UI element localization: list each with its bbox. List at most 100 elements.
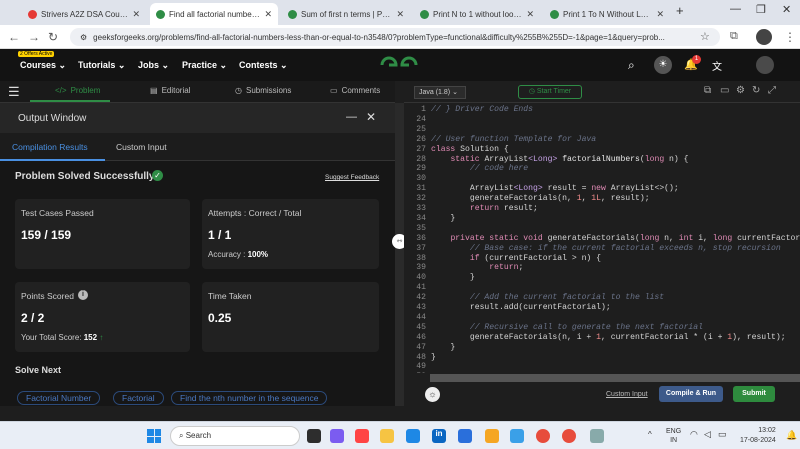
compile-run-button[interactable]: Compile & Run [659,386,723,402]
gfg-logo-icon[interactable] [378,54,420,76]
url-field[interactable]: ⚙ geeksforgeeks.org/problems/find-all-fa… [70,28,720,46]
code-line[interactable]: } [431,343,455,352]
code-line[interactable]: } [431,353,436,362]
edge-icon[interactable] [406,429,420,443]
close-tab-icon[interactable]: ✕ [656,9,664,20]
tab-problem[interactable]: </> Problem [55,86,100,95]
search-icon[interactable]: ⌕ [628,58,635,73]
new-tab-button[interactable]: + [676,3,684,18]
horizontal-scrollbar[interactable] [430,374,800,382]
menu-jobs[interactable]: Jobs ⌄ [138,60,169,71]
start-button[interactable] [147,429,161,443]
close-tab-icon[interactable]: ✕ [396,9,404,20]
code-line[interactable]: result.add(currentFactorial); [431,303,611,312]
code-line[interactable]: if (currentFactorial > n) { [431,254,601,263]
notification-icon[interactable]: 🔔 [786,430,797,441]
next-problem-chip[interactable]: Factorial Number [17,391,101,405]
browser-tab-4[interactable]: Print N to 1 without loop | P ✕ [414,3,540,25]
translate-icon[interactable]: 文 [712,58,722,73]
app-icon[interactable] [485,429,499,443]
start-timer-button[interactable]: ◷ Start Timer [518,85,582,99]
next-problem-chip[interactable]: Find the nth number in the sequence [171,391,328,405]
tab-editorial[interactable]: ▤ Editorial [150,86,190,95]
menu-courses[interactable]: Courses ⌄ [20,60,66,71]
taskbar-search[interactable]: ⌕ Search [170,426,300,446]
suggest-feedback-link[interactable]: Suggest Feedback [325,174,379,181]
menu-contests[interactable]: Contests ⌄ [239,60,288,71]
chrome-icon[interactable] [536,429,550,443]
bookmark-icon[interactable]: ▭ [720,85,729,96]
close-panel-icon[interactable]: ✕ [366,110,376,124]
code-line[interactable]: // Add the current factorial to the list [431,293,664,302]
restore-icon[interactable]: ❐ [756,3,766,16]
code-line[interactable]: return; [431,263,523,272]
copilot-icon[interactable] [355,429,369,443]
forward-icon[interactable]: → [28,30,40,44]
copy-icon[interactable]: ⧉ [704,85,711,96]
wifi-icon[interactable]: ◠ [690,429,698,440]
code-line[interactable]: // Base case: if the current factorial e… [431,244,781,253]
file-explorer-icon[interactable] [380,429,394,443]
code-line[interactable]: // Recursive call to generate the next f… [431,323,703,332]
close-tab-icon[interactable]: ✕ [132,9,140,20]
app-icon[interactable] [510,429,524,443]
chrome-active-icon[interactable] [562,429,576,443]
minimize-panel-icon[interactable]: — [346,111,357,123]
close-window-icon[interactable]: ✕ [782,3,791,16]
code-line[interactable]: // } Driver Code Ends [431,105,533,114]
info-icon[interactable]: i [78,290,88,300]
extensions-icon[interactable]: ⧉ [730,30,738,43]
app-icon[interactable] [590,429,604,443]
language-indicator[interactable]: ENG IN [666,427,681,445]
code-line[interactable]: ArrayList<Long> result = new ArrayList<>… [431,184,679,193]
language-select[interactable]: Java (1.8) ⌄ [414,86,466,99]
tray-chevron-icon[interactable]: ^ [648,430,652,439]
theme-toggle-icon[interactable]: ☀ [654,56,672,74]
clock[interactable]: 13:02 17-08-2024 [740,426,776,446]
browser-tab-3[interactable]: Sum of first n terms | Practic ✕ [282,3,410,25]
code-line[interactable]: static ArrayList<Long> factorialNumbers(… [431,155,688,164]
menu-practice[interactable]: Practice ⌄ [182,60,227,71]
tab-submissions[interactable]: ◷ Submissions [235,86,291,95]
task-view-icon[interactable] [307,429,321,443]
reload-icon[interactable]: ↻ [48,30,58,44]
browser-menu-icon[interactable]: ⋮ [784,30,796,44]
tab-compilation-results[interactable]: Compilation Results [12,142,88,152]
close-tab-icon[interactable]: ✕ [264,9,272,20]
code-line[interactable]: private static void generateFactorials(l… [431,234,800,243]
offers-badge[interactable]: 2 Offers Active [18,51,55,57]
browser-tab-1[interactable]: Strivers A2Z DSA Course/She ✕ [22,3,146,25]
browser-tab-5[interactable]: Print 1 To N Without Loop | ✕ [544,3,670,25]
code-editor[interactable]: 1 // } Driver Code Ends 24 25 26 // User func… [404,103,800,373]
profile-avatar[interactable] [756,29,772,45]
custom-input-link[interactable]: Custom Input [606,391,648,398]
tab-custom-input[interactable]: Custom Input [116,142,167,152]
code-line[interactable]: generateFactorials(n, 1, 1L, result); [431,194,650,203]
next-problem-chip[interactable]: Factorial [113,391,164,405]
code-line[interactable]: return result; [431,204,538,213]
user-avatar[interactable] [756,56,774,74]
back-icon[interactable]: ← [8,30,20,44]
site-info-icon[interactable]: ⚙ [80,33,87,42]
tab-comments[interactable]: ▭ Comments [330,86,380,95]
code-line[interactable]: class Solution { [431,145,509,154]
code-line[interactable]: // code here [431,164,528,173]
minimize-icon[interactable]: — [730,3,741,15]
fullscreen-icon[interactable]: ⤢ [768,85,776,96]
teams-icon[interactable] [330,429,344,443]
battery-icon[interactable]: ▭ [718,429,727,440]
linkedin-icon[interactable]: in [432,429,446,443]
code-line[interactable]: // User function Template for Java [431,135,596,144]
bookmark-star-icon[interactable]: ☆ [700,30,710,43]
lightbulb-icon[interactable]: ☼ [425,387,440,402]
reset-icon[interactable]: ↻ [752,85,760,96]
code-line[interactable]: } [431,273,475,282]
browser-tab-2[interactable]: Find all factorial numbers le ✕ [150,3,278,25]
settings-icon[interactable]: ⚙ [736,85,745,96]
hamburger-menu-icon[interactable]: ☰ [8,84,20,100]
submit-button[interactable]: Submit [733,386,775,402]
menu-tutorials[interactable]: Tutorials ⌄ [78,60,125,71]
store-icon[interactable] [458,429,472,443]
volume-icon[interactable]: ◁ [704,429,711,440]
code-line[interactable]: generateFactorials(n, i + 1, currentFact… [431,333,786,342]
